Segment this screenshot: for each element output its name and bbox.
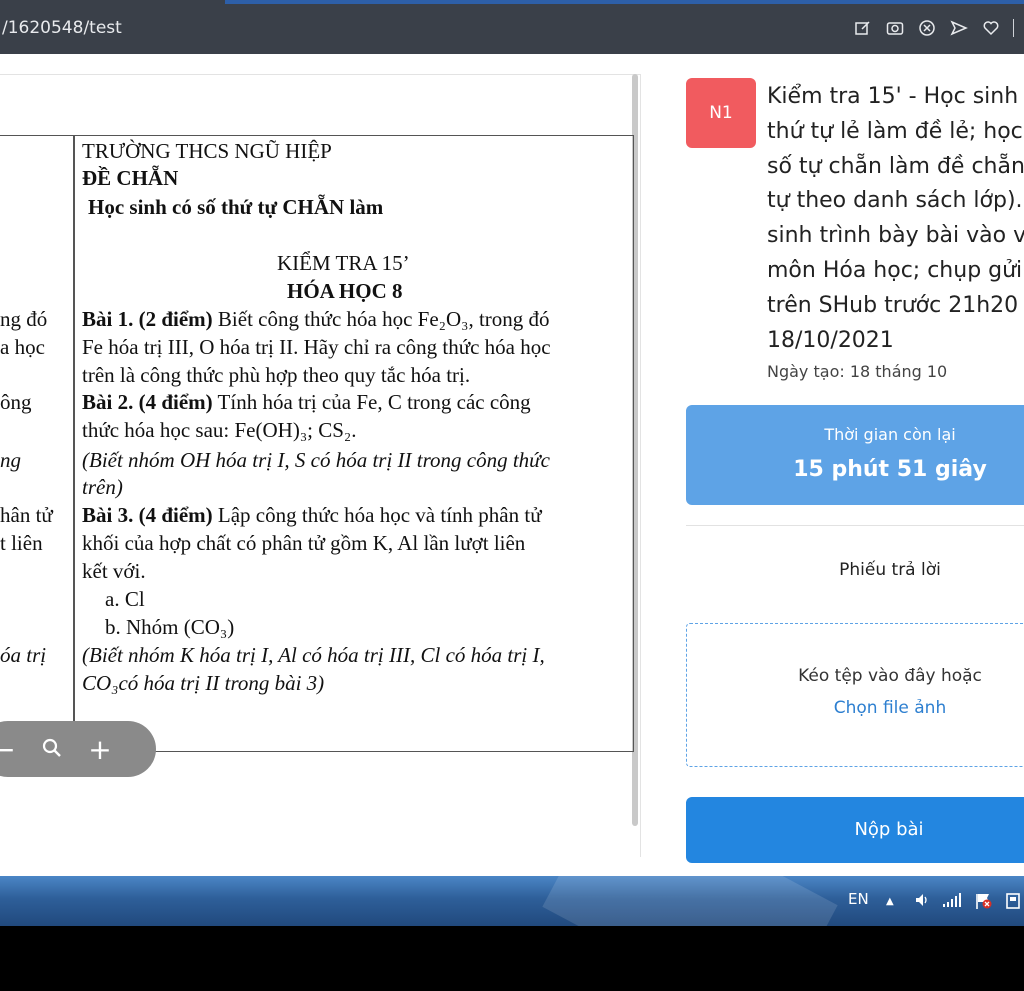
description-line: tự theo danh sách lớp). H bbox=[767, 188, 1024, 213]
instruction-text: Học sinh có số thứ tự CHẴN làm bbox=[88, 195, 384, 219]
test-title: KIỂM TRA 15’ bbox=[277, 251, 410, 275]
panel-divider bbox=[686, 525, 1024, 526]
taskbar-highlight bbox=[542, 876, 838, 926]
zoom-icon[interactable] bbox=[28, 733, 76, 766]
choose-image-link[interactable]: Chọn file ảnh bbox=[687, 698, 1024, 718]
question-1-line: Fe hóa trị III, O hóa trị II. Hãy chỉ ra… bbox=[82, 335, 551, 359]
question-3-line: kết với. bbox=[82, 559, 146, 583]
heart-icon[interactable] bbox=[981, 18, 1001, 38]
file-dropzone[interactable]: Kéo tệp vào đây hoặc Chọn file ảnh bbox=[686, 623, 1024, 767]
toolbar-separator bbox=[1013, 19, 1014, 37]
question-3-hint: (Biết nhóm K hóa trị I, Al có hóa trị II… bbox=[82, 643, 545, 667]
question-2-line: thức hóa học sau: Fe(OH)₃; CS₂. bbox=[82, 418, 357, 442]
question-3-option-b: b. Nhóm (CO₃) bbox=[105, 615, 235, 639]
signal-icon[interactable] bbox=[942, 892, 962, 912]
zoom-controls: − + bbox=[0, 721, 156, 777]
question-2: Bài 2. (4 điểm) Tính hóa trị của Fe, C t… bbox=[82, 389, 531, 415]
created-date: Ngày tạo: 18 tháng 10 bbox=[767, 362, 948, 381]
answer-sheet-title: Phiếu trả lời bbox=[839, 560, 941, 580]
question-3: Bài 3. (4 điểm) Lập công thức hóa học và… bbox=[82, 502, 542, 528]
time-remaining-box: Thời gian còn lại 15 phút 51 giây bbox=[686, 405, 1024, 505]
exam-variant: ĐỀ CHẴN bbox=[82, 166, 179, 190]
viewer-top-border bbox=[0, 74, 641, 75]
toolbar-icons bbox=[853, 18, 1014, 38]
description-line: số tự chẵn làm đề chẵn ( bbox=[767, 154, 1024, 179]
zoom-in-button[interactable]: + bbox=[76, 733, 124, 766]
description-line: Kiểm tra 15' - Học sinh có bbox=[767, 84, 1024, 109]
question-3-label: Bài 3. (4 điểm) bbox=[82, 503, 213, 527]
question-3-option-a: a. Cl bbox=[105, 587, 145, 611]
test-badge: N1 bbox=[686, 78, 756, 148]
description-line: trên SHub trước 21h20 n bbox=[767, 293, 1024, 318]
tray-expand-icon[interactable]: ▲ bbox=[886, 896, 894, 907]
question-1: Bài 1. (2 điểm) Biết công thức hóa học F… bbox=[82, 306, 550, 332]
volume-icon[interactable] bbox=[914, 892, 930, 912]
edit-icon[interactable] bbox=[853, 18, 873, 38]
dropzone-text: Kéo tệp vào đây hoặc bbox=[798, 666, 982, 686]
time-remaining-value: 15 phút 51 giây bbox=[793, 457, 987, 482]
zoom-out-button[interactable]: − bbox=[0, 733, 28, 766]
viewer-right-border bbox=[640, 74, 641, 857]
document-column-divider bbox=[73, 135, 75, 752]
camera-icon[interactable] bbox=[885, 18, 905, 38]
question-2-text: Tính hóa trị của Fe, C trong các công bbox=[212, 390, 531, 414]
submit-button[interactable]: Nộp bài bbox=[686, 797, 1024, 863]
browser-toolbar: /1620548/test bbox=[0, 0, 1024, 54]
left-fragment: ông bbox=[0, 390, 32, 414]
question-2-hint: (Biết nhóm OH hóa trị I, S có hóa trị II… bbox=[82, 448, 550, 472]
question-1-line: trên là công thức phù hợp theo quy tắc h… bbox=[82, 363, 471, 387]
taskbar: EN ▲ bbox=[0, 876, 1024, 926]
device-icon[interactable] bbox=[1004, 892, 1022, 914]
school-name: TRƯỜNG THCS NGŨ HIỆP bbox=[82, 139, 332, 163]
page: ng đó a học ông ng hân tử t liên óa trị … bbox=[0, 54, 1024, 876]
question-2-label: Bài 2. (4 điểm) bbox=[82, 390, 213, 414]
left-fragment: ng bbox=[0, 448, 21, 472]
description-line: môn Hóa học; chụp gửi b bbox=[767, 258, 1024, 283]
url-text[interactable]: /1620548/test bbox=[2, 18, 122, 38]
left-fragment: a học bbox=[0, 335, 45, 359]
language-indicator[interactable]: EN bbox=[848, 890, 869, 908]
action-center-flag-icon[interactable] bbox=[974, 892, 994, 914]
screen-bottom-edge bbox=[0, 926, 1024, 991]
time-remaining-label: Thời gian còn lại bbox=[824, 425, 956, 444]
left-fragment: t liên bbox=[0, 531, 43, 555]
left-fragment: óa trị bbox=[0, 643, 47, 667]
submit-button-label: Nộp bài bbox=[854, 819, 924, 840]
question-3-line: khối của hợp chất có phân tử gồm K, Al l… bbox=[82, 531, 526, 555]
question-3-text: Lập công thức hóa học và tính phân tử bbox=[212, 503, 542, 527]
description-line: thứ tự lẻ làm đề lẻ; học s bbox=[767, 119, 1024, 144]
question-1-label: Bài 1. (2 điểm) bbox=[82, 307, 213, 331]
subject-title: HÓA HỌC 8 bbox=[287, 279, 403, 303]
question-1-text: Biết công thức hóa học Fe₂O₃, trong đó bbox=[212, 307, 550, 331]
exam-document: ng đó a học ông ng hân tử t liên óa trị … bbox=[0, 135, 634, 752]
left-fragment: hân tử bbox=[0, 503, 53, 527]
question-2-hint: trên) bbox=[82, 475, 123, 499]
send-icon[interactable] bbox=[949, 18, 969, 38]
question-3-hint: CO₃có hóa trị II trong bài 3) bbox=[82, 671, 325, 695]
close-circle-icon[interactable] bbox=[917, 18, 937, 38]
toolbar-accent bbox=[225, 0, 1024, 4]
description-line: 18/10/2021 bbox=[767, 328, 894, 353]
left-fragment: ng đó bbox=[0, 307, 48, 331]
description-line: sinh trình bày bài vào vở bbox=[767, 223, 1024, 248]
